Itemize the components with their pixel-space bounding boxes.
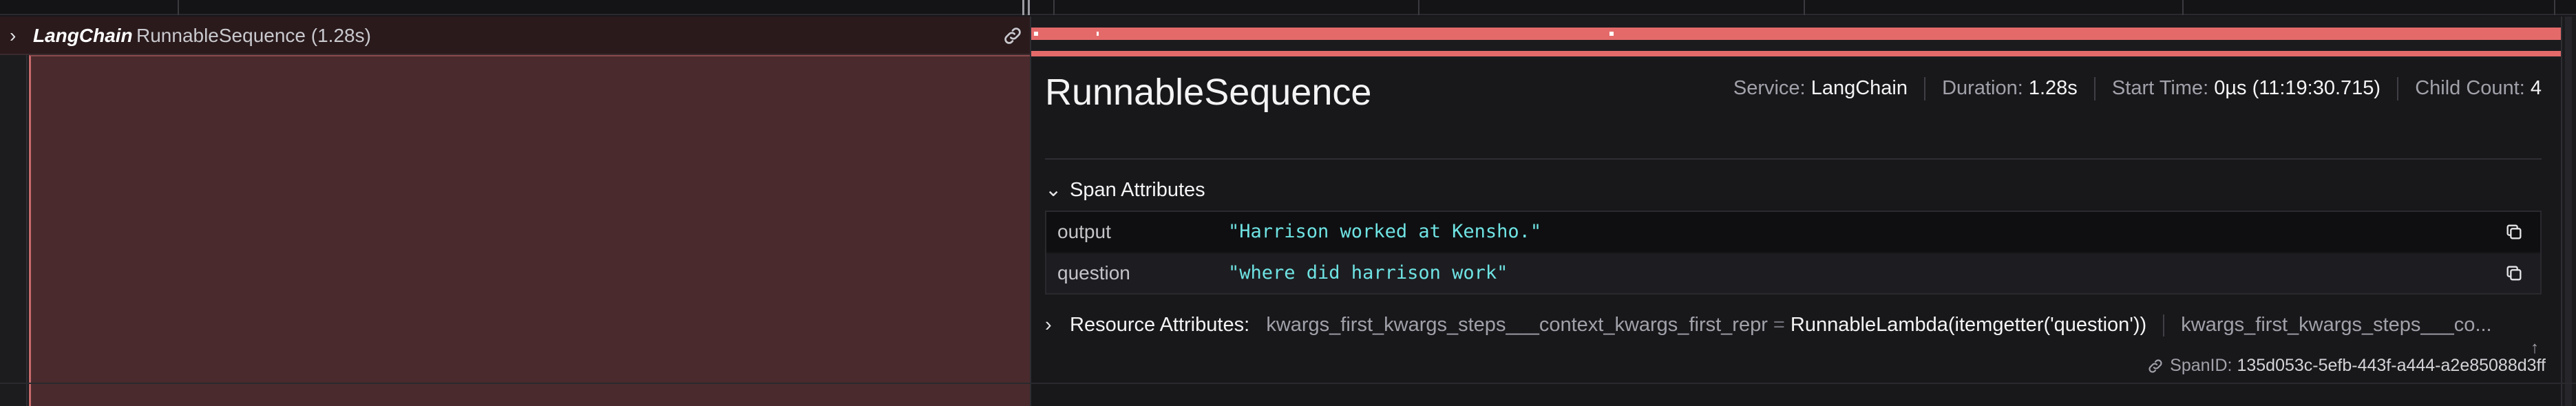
attribute-value: "Harrison worked at Kensho." — [1228, 221, 1542, 242]
header-tick — [1053, 0, 1055, 15]
attribute-row: question "where did harrison work" — [1046, 253, 2540, 293]
column-resize-handle[interactable] — [1022, 0, 1024, 15]
child-count-label: Child Count: — [2415, 77, 2525, 99]
attribute-row: output "Harrison worked at Kensho." — [1046, 212, 2540, 252]
child-count-value: 4 — [2530, 77, 2542, 99]
service-label: Service: — [1733, 77, 1806, 99]
header-tick — [2554, 0, 2555, 15]
span-detail-title: RunnableSequence — [1045, 72, 1372, 113]
resource-attribute-key: kwargs_first_kwargs_steps___co... — [2181, 314, 2492, 336]
duration-value: 1.28s — [2028, 77, 2078, 99]
copy-icon[interactable] — [2504, 222, 2524, 242]
header-tick — [2182, 0, 2184, 15]
column-resize-handle[interactable] — [1028, 0, 1030, 15]
chevron-right-icon[interactable]: › — [10, 19, 16, 52]
span-attributes-table: output "Harrison worked at Kensho." ques… — [1045, 211, 2542, 295]
meta-separator — [2093, 77, 2095, 101]
meta-separator — [1924, 77, 1926, 101]
span-attributes-title: Span Attributes — [1070, 179, 1205, 201]
resource-attributes-title: Resource Attributes: — [1070, 314, 1250, 336]
resource-attributes-toggle[interactable]: › Resource Attributes: kwargs_first_kwarg… — [1045, 307, 2542, 343]
attribute-key: question — [1057, 262, 1130, 284]
section-divider — [1045, 158, 2542, 160]
service-value: LangChain — [1810, 77, 1908, 99]
span-row-title: RunnableSequence (1.28s) — [136, 25, 371, 46]
left-gutter — [0, 17, 28, 406]
copy-icon[interactable] — [2504, 264, 2524, 283]
span-provider-name: LangChain — [33, 25, 133, 46]
span-attributes-toggle[interactable]: ⌄ Span Attributes — [1045, 172, 1205, 208]
resource-separator — [2163, 314, 2165, 337]
span-duration-block[interactable] — [29, 55, 1030, 406]
duration-label: Duration: — [1942, 77, 2023, 99]
bottom-divider — [0, 383, 2576, 384]
timeline-marker — [1609, 32, 1614, 36]
span-id: SpanID: 135d053c-5efb-443f-a444-a2e85088… — [2146, 351, 2546, 380]
start-time-value: 0µs (11:19:30.715) — [2214, 77, 2381, 99]
meta-separator — [2397, 77, 2399, 101]
column-divider — [1030, 17, 1031, 406]
timeline-header-strip — [0, 0, 2576, 15]
attribute-key: output — [1057, 221, 1111, 242]
span-id-label: SpanID: — [2170, 356, 2232, 375]
resource-attribute-key: kwargs_first_kwargs_steps___context_kwar… — [1266, 314, 1768, 336]
chevron-down-icon: ⌄ — [1045, 179, 1062, 201]
timeline-marker — [1034, 32, 1038, 36]
link-icon[interactable] — [2146, 357, 2164, 375]
header-tick — [178, 0, 179, 15]
resource-attribute-value: RunnableLambda(itemgetter('question')) — [1790, 314, 2147, 336]
start-time-label: Start Time: — [2111, 77, 2209, 99]
chevron-right-icon: › — [1045, 314, 1052, 336]
span-timeline-bar-secondary — [1031, 51, 2561, 56]
header-tick — [1418, 0, 1419, 15]
link-icon[interactable] — [1002, 25, 1024, 47]
span-meta: Service: LangChain Duration: 1.28s Start… — [1733, 72, 2542, 105]
scrollbar[interactable] — [2565, 17, 2572, 406]
span-timeline-bar[interactable] — [1031, 28, 2561, 40]
span-id-value: 135d053c-5efb-443f-a444-a2e85088d3ff — [2237, 356, 2546, 375]
timeline-marker — [1097, 32, 1099, 36]
attribute-value: "where did harrison work" — [1228, 262, 1508, 284]
resource-attribute-equals: = — [1773, 314, 1785, 336]
header-tick — [1804, 0, 1805, 15]
